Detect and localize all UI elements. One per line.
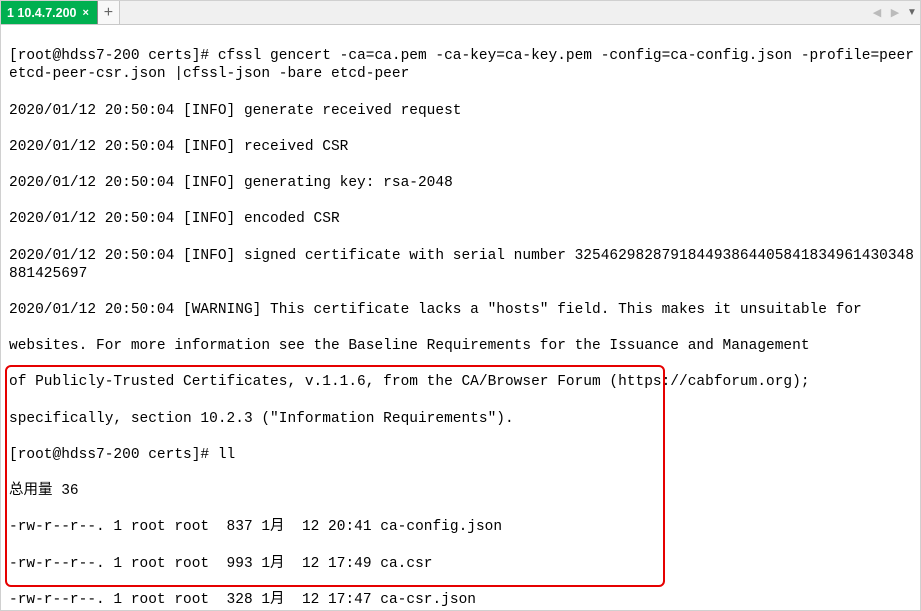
output-line: 2020/01/12 20:50:04 [INFO] encoded CSR — [9, 210, 914, 228]
output-line: 2020/01/12 20:50:04 [INFO] signed certif… — [9, 247, 914, 283]
tab-next-icon[interactable]: ▶ — [886, 6, 904, 19]
tab-prev-icon[interactable]: ◀ — [868, 6, 886, 19]
terminal-output[interactable]: [root@hdss7-200 certs]# cfssl gencert -c… — [1, 25, 920, 610]
file-row: -rw-r--r--. 1 root root 837 1月 12 20:41 … — [9, 518, 914, 536]
output-line: specifically, section 10.2.3 ("Informati… — [9, 410, 914, 428]
tab-active[interactable]: 1 10.4.7.200 × — [1, 1, 98, 24]
new-tab-button[interactable]: + — [98, 1, 120, 24]
output-line: of Publicly-Trusted Certificates, v.1.1.… — [9, 373, 914, 391]
file-row: -rw-r--r--. 1 root root 328 1月 12 17:47 … — [9, 591, 914, 609]
prompt-line: [root@hdss7-200 certs]# cfssl gencert -c… — [9, 47, 914, 83]
tab-menu-icon[interactable]: ▼ — [904, 7, 920, 18]
prompt-line: [root@hdss7-200 certs]# ll — [9, 446, 914, 464]
tab-bar: 1 10.4.7.200 × + ◀ ▶ ▼ — [1, 1, 920, 25]
output-line: 2020/01/12 20:50:04 [INFO] generating ke… — [9, 174, 914, 192]
output-line: websites. For more information see the B… — [9, 337, 914, 355]
shell-prompt: [root@hdss7-200 certs]# — [9, 447, 218, 463]
tab-nav: ◀ ▶ ▼ — [868, 1, 920, 24]
output-line: 2020/01/12 20:50:04 [INFO] received CSR — [9, 138, 914, 156]
ll-header: 总用量 36 — [9, 482, 914, 500]
tab-label: 1 10.4.7.200 — [7, 6, 77, 20]
output-line: 2020/01/12 20:50:04 [INFO] generate rece… — [9, 102, 914, 120]
file-row: -rw-r--r--. 1 root root 993 1月 12 17:49 … — [9, 555, 914, 573]
shell-prompt: [root@hdss7-200 certs]# — [9, 48, 218, 64]
close-icon[interactable]: × — [81, 7, 91, 19]
output-line: 2020/01/12 20:50:04 [WARNING] This certi… — [9, 301, 914, 319]
command-text: ll — [218, 447, 235, 463]
